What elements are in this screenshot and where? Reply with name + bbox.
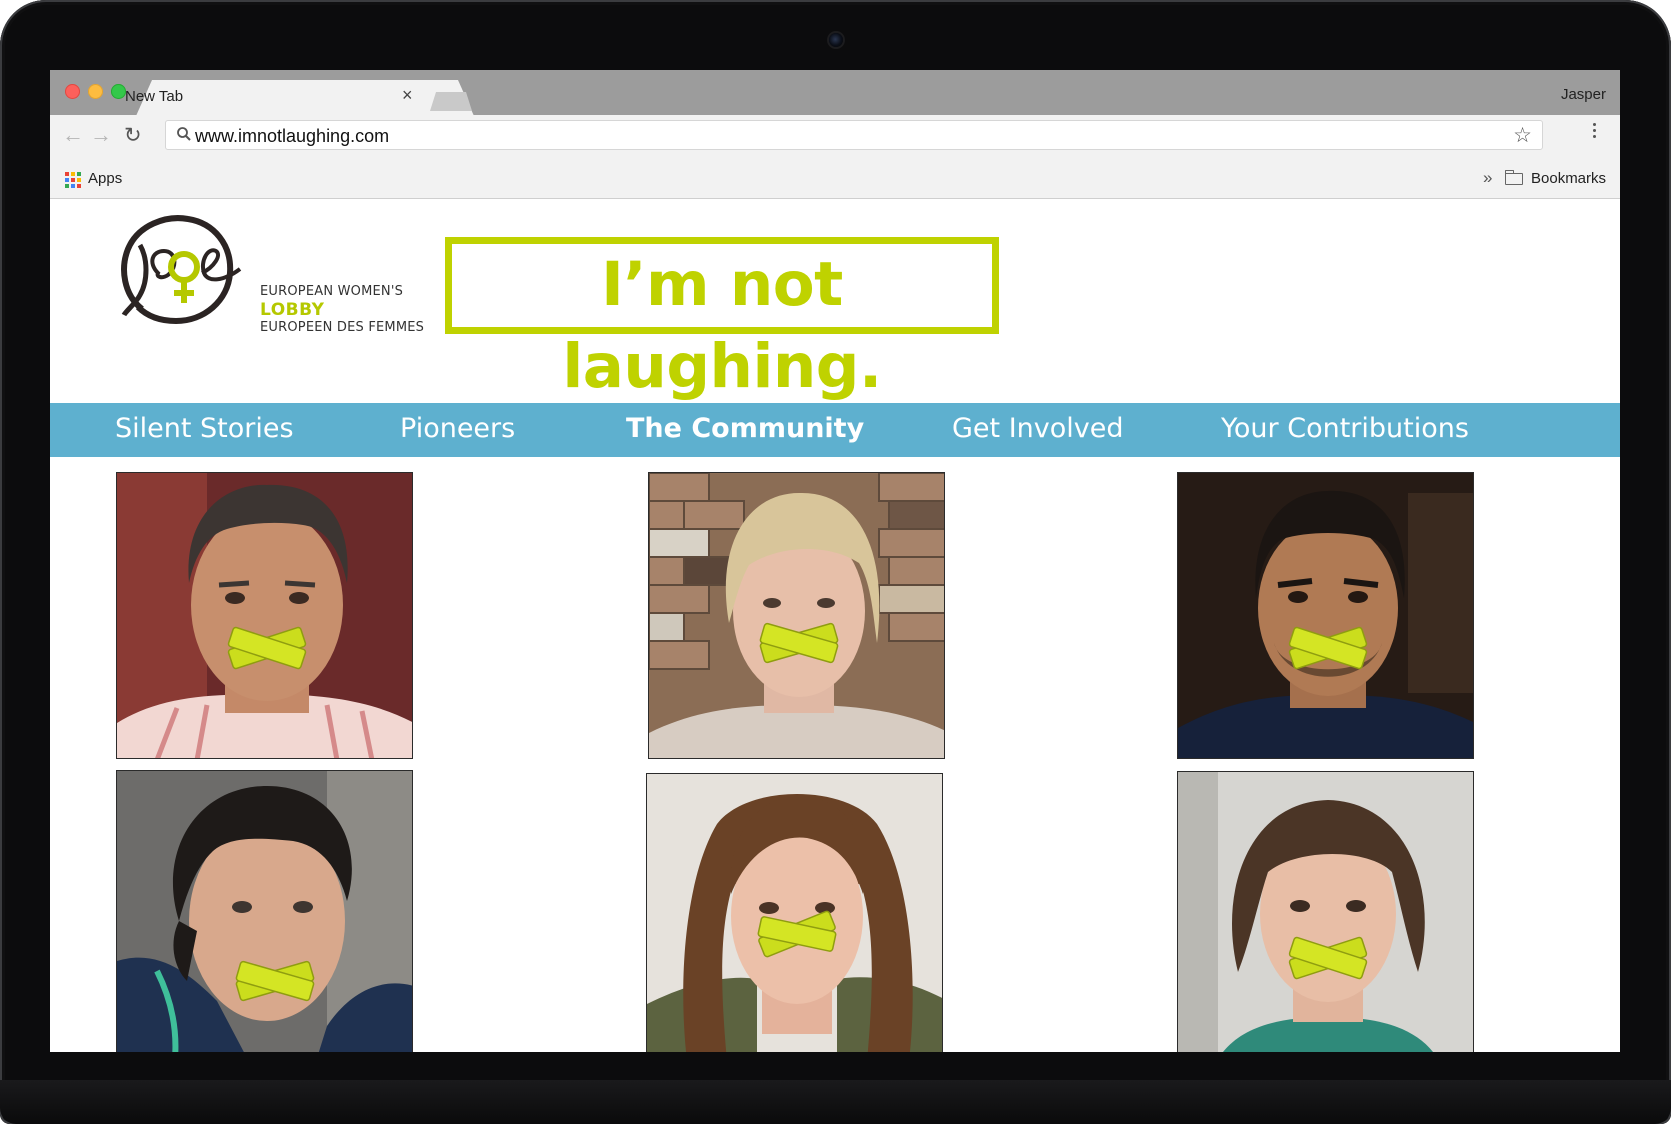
url-text[interactable]: www.imnotlaughing.com	[195, 126, 389, 147]
more-menu-icon[interactable]	[1593, 123, 1597, 141]
apps-link[interactable]: Apps	[88, 170, 122, 187]
organization-name: EUROPEAN WOMEN'S LOBBY EUROPEEN DES FEMM…	[260, 283, 424, 337]
portrait-card[interactable]	[116, 770, 413, 1052]
maximize-window-button[interactable]	[111, 84, 126, 99]
folder-icon	[1504, 170, 1523, 185]
ewl-logo[interactable]	[118, 211, 244, 329]
back-arrow-icon[interactable]: ←	[62, 124, 84, 146]
apps-grid-icon[interactable]	[65, 172, 81, 188]
campaign-tagline: I’m not laughing.	[562, 249, 882, 402]
address-bar[interactable]: www.imnotlaughing.com ☆	[165, 120, 1543, 150]
browser-toolbar: ← → ↻ www.imnotlaughing.com ☆	[50, 115, 1620, 159]
nav-silent-stories[interactable]: Silent Stories	[115, 412, 294, 446]
org-line-2: LOBBY	[260, 300, 325, 320]
bookmarks-bar: Apps » Bookmarks	[50, 159, 1620, 199]
bookmarks-folder[interactable]: Bookmarks	[1531, 170, 1606, 187]
tab-title: New Tab	[125, 88, 184, 105]
tab-strip: New Tab × Jasper	[50, 70, 1620, 116]
nav-your-contributions[interactable]: Your Contributions	[1221, 412, 1469, 446]
portrait-card[interactable]	[646, 773, 943, 1052]
search-icon	[176, 126, 192, 147]
browser-window: New Tab × Jasper ← → ↻ www.imnotlaughing…	[50, 70, 1620, 1052]
close-window-button[interactable]	[65, 84, 80, 99]
nav-pioneers[interactable]: Pioneers	[400, 412, 515, 446]
web-page: EUROPEAN WOMEN'S LOBBY EUROPEEN DES FEMM…	[50, 199, 1620, 1052]
org-line-1: EUROPEAN WOMEN'S	[260, 284, 404, 299]
minimize-window-button[interactable]	[88, 84, 103, 99]
nav-the-community[interactable]: The Community	[626, 412, 864, 446]
new-tab-button[interactable]	[430, 92, 472, 111]
bookmark-star-icon[interactable]: ☆	[1513, 123, 1532, 148]
portrait-card[interactable]	[1177, 771, 1474, 1052]
portrait-card[interactable]	[116, 472, 413, 759]
laptop-chin	[0, 1080, 1671, 1124]
profile-name[interactable]: Jasper	[1561, 86, 1606, 103]
bookmarks-overflow-icon[interactable]: »	[1483, 168, 1492, 188]
tab-close-icon[interactable]: ×	[402, 84, 413, 106]
campaign-banner: I’m not laughing.	[445, 237, 999, 402]
reload-icon[interactable]: ↻	[124, 125, 142, 147]
portrait-card[interactable]	[648, 472, 945, 759]
nav-get-involved[interactable]: Get Involved	[952, 412, 1124, 446]
webcam-icon	[829, 33, 843, 47]
forward-arrow-icon[interactable]: →	[90, 124, 112, 146]
org-line-3: EUROPEEN DES FEMMES	[260, 320, 425, 335]
main-nav: Silent Stories Pioneers The Community Ge…	[50, 403, 1620, 457]
tab-new-tab[interactable]	[136, 80, 474, 116]
portrait-card[interactable]	[1177, 472, 1474, 759]
